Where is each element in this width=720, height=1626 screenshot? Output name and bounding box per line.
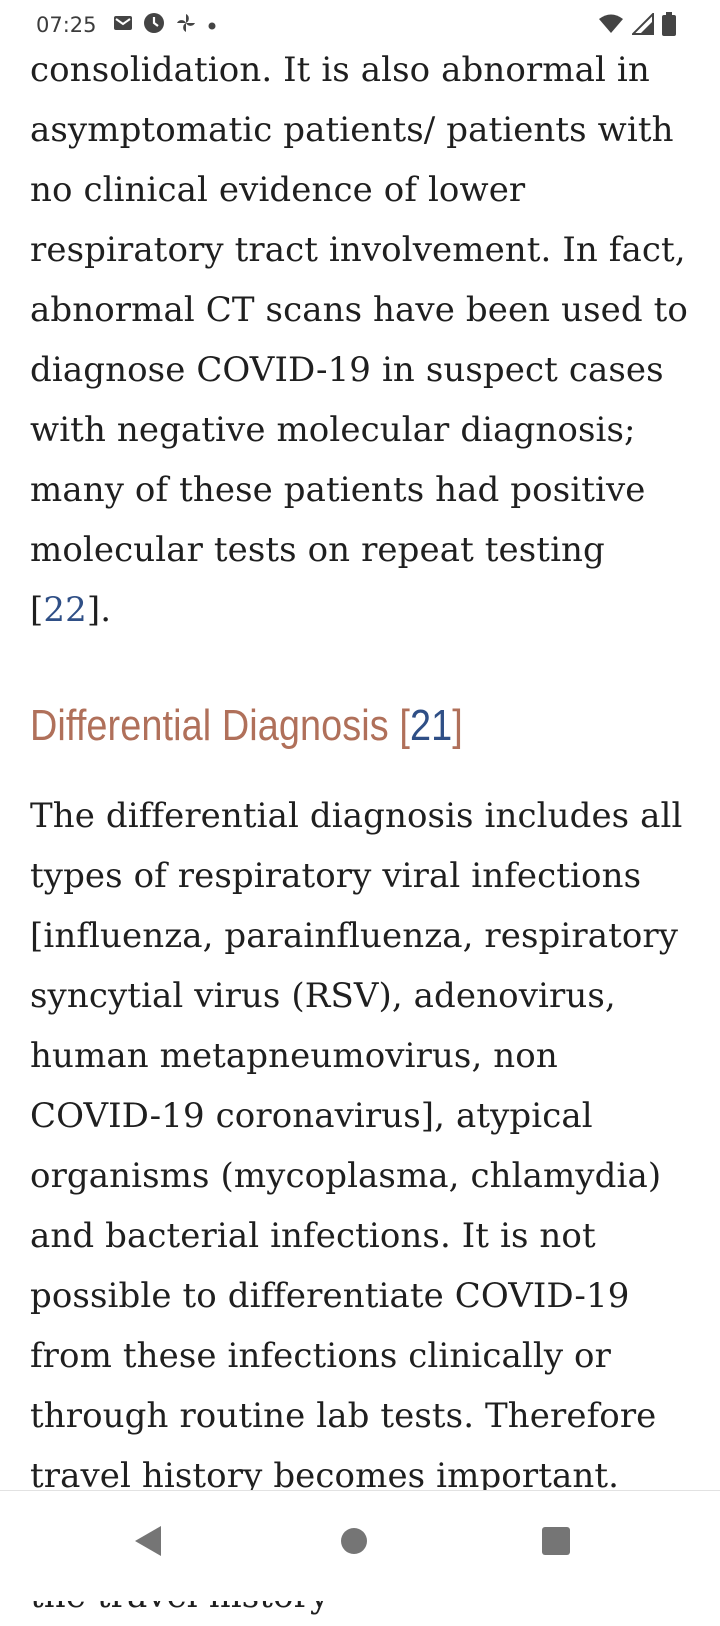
status-bar: 07:25 <box>0 0 720 52</box>
clock-icon <box>143 12 165 38</box>
reference-link-21[interactable]: 21 <box>410 701 452 750</box>
battery-icon <box>662 12 676 40</box>
section-heading-differential-diagnosis: Differential Diagnosis [21] <box>30 696 598 756</box>
heading-tail: ] <box>452 701 463 750</box>
status-right <box>598 11 676 40</box>
gmail-icon <box>113 15 133 35</box>
wifi-icon <box>598 14 624 38</box>
article-content: consolidation. It is also abnormal in as… <box>30 40 690 1626</box>
cellular-signal-icon <box>630 11 654 39</box>
notification-dot-icon <box>207 16 217 35</box>
status-time: 07:25 <box>36 13 97 37</box>
back-button[interactable] <box>120 1513 176 1569</box>
paragraph-ct-findings: consolidation. It is also abnormal in as… <box>30 40 690 640</box>
pinwheel-icon <box>175 12 197 38</box>
navigation-bar <box>0 1490 720 1601</box>
recents-button[interactable] <box>528 1513 584 1569</box>
paragraph-text: consolidation. It is also abnormal in as… <box>30 50 688 630</box>
status-left: 07:25 <box>36 12 217 38</box>
heading-text: Differential Diagnosis [ <box>30 701 410 750</box>
back-icon <box>135 1526 161 1556</box>
reference-link-22[interactable]: 22 <box>43 590 86 630</box>
home-button[interactable] <box>326 1513 382 1569</box>
paragraph-tail: ]. <box>86 590 112 630</box>
home-icon <box>341 1528 367 1554</box>
recents-icon <box>542 1527 570 1555</box>
